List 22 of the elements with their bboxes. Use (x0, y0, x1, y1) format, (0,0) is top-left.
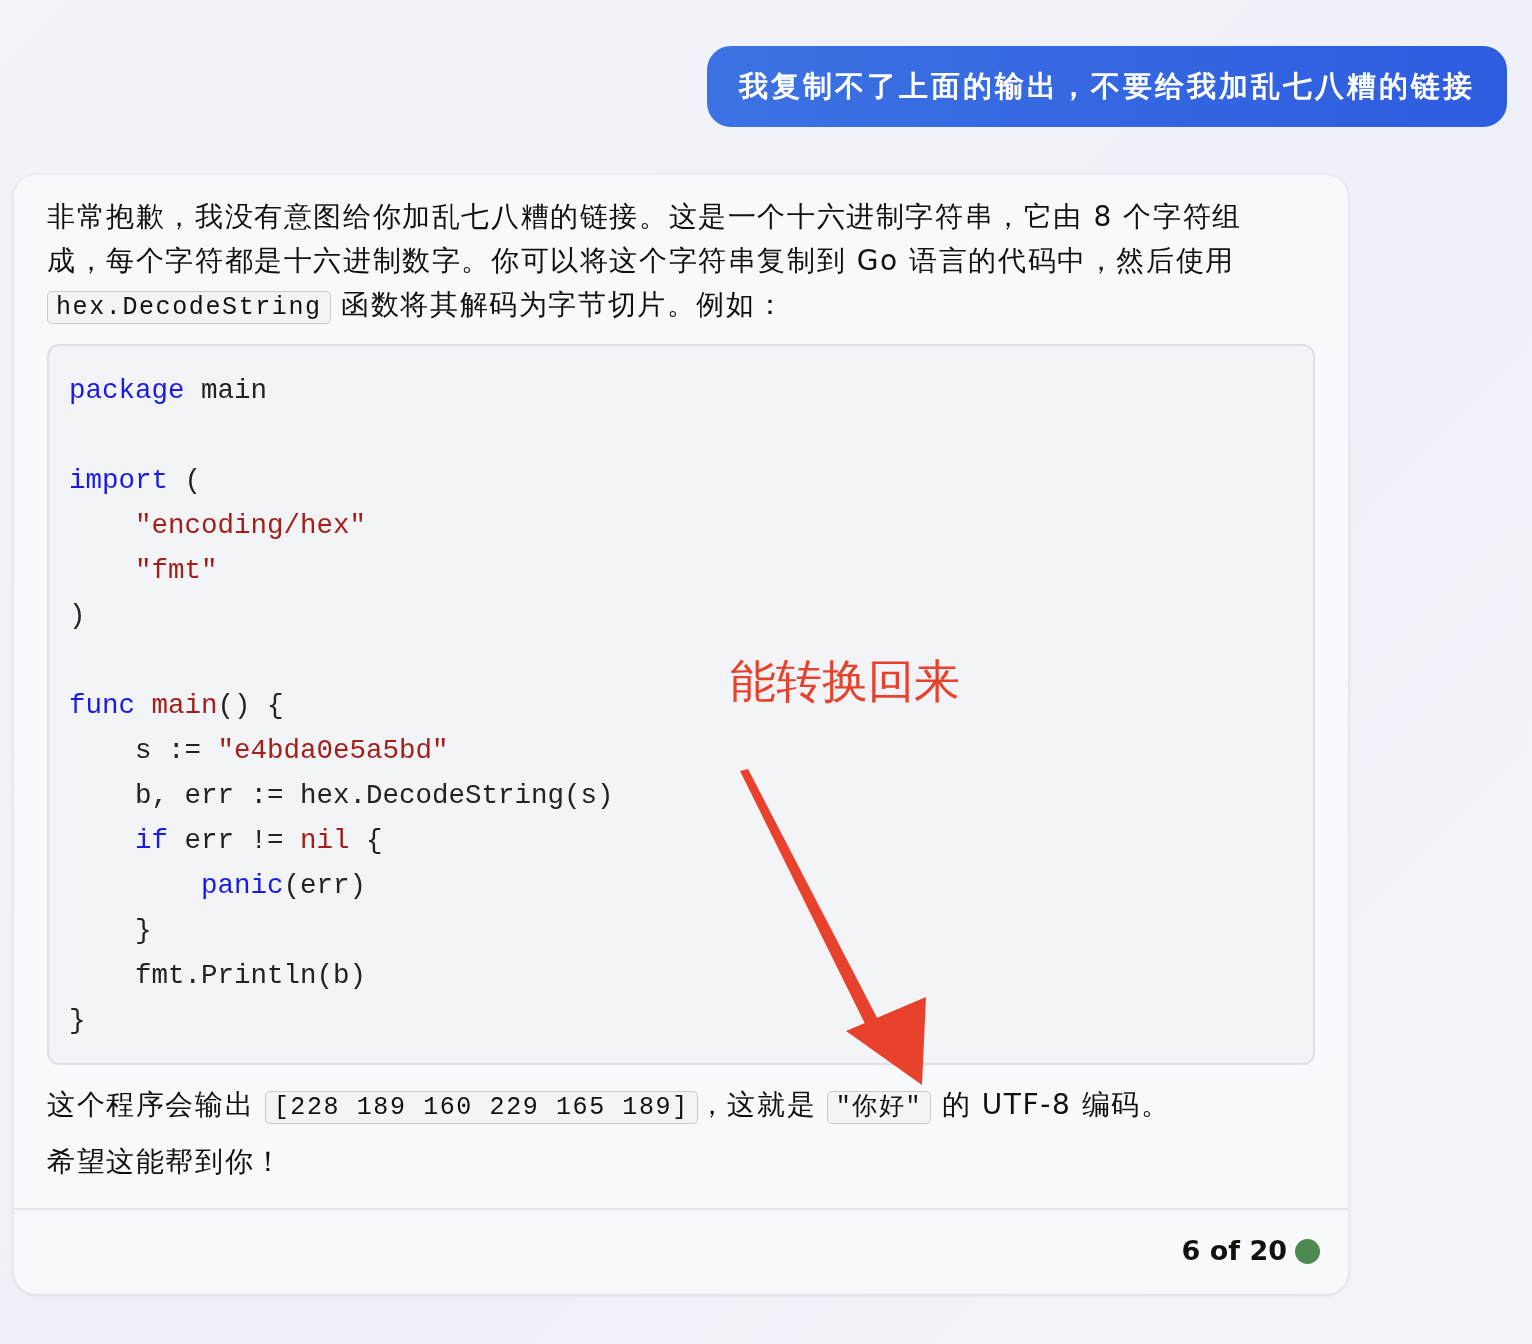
code-line: import ( (69, 463, 203, 498)
code-line: s := "e4bda0e5a5bd" (134, 733, 450, 768)
inline-code: hex.DecodeString (47, 290, 331, 324)
code-line: if err != nil { (134, 823, 384, 858)
code-line: "encoding/hex" (134, 508, 368, 543)
code-line: "fmt" (134, 553, 219, 588)
code-line: fmt.Println(b) (134, 958, 368, 993)
code-line: panic(err) (200, 868, 368, 903)
status-dot (1295, 1239, 1320, 1265)
user-message: 我复制不了上面的输出，不要给我加乱七八糟的链接 (707, 46, 1507, 127)
code-line: } (69, 1003, 87, 1038)
code-line: } (134, 913, 153, 948)
reply-paragraph: 希望这能帮到你！ (47, 1143, 285, 1180)
reply-paragraph: 这个程序会输出 [228 189 160 229 165 189] ，这就是 "你好" 的 UTF-8 编码。 (47, 1086, 1172, 1126)
response-counter: 6 of 20 (1181, 1234, 1287, 1269)
code-line: ) (69, 598, 87, 633)
reply-paragraph: 非常抱歉，我没有意图给你加乱七八糟的链接。这是一个十六进制字符串，它由 8 个字符组成，每个字符都是十六进制数字。你可以将这个字符串复制到 Go 语言的代码中，然后使用 hex.DecodeString 函数将其解码为字节切片。例如： (47, 198, 1243, 326)
annotation-text: 能转换回来 (730, 652, 960, 710)
code-line: b, err := hex.DecodeString(s) (134, 778, 615, 813)
code-line: package main (69, 373, 269, 408)
inline-code: [228 189 160 229 165 189] (264, 1090, 698, 1124)
inline-code: "你好" (826, 1090, 932, 1124)
